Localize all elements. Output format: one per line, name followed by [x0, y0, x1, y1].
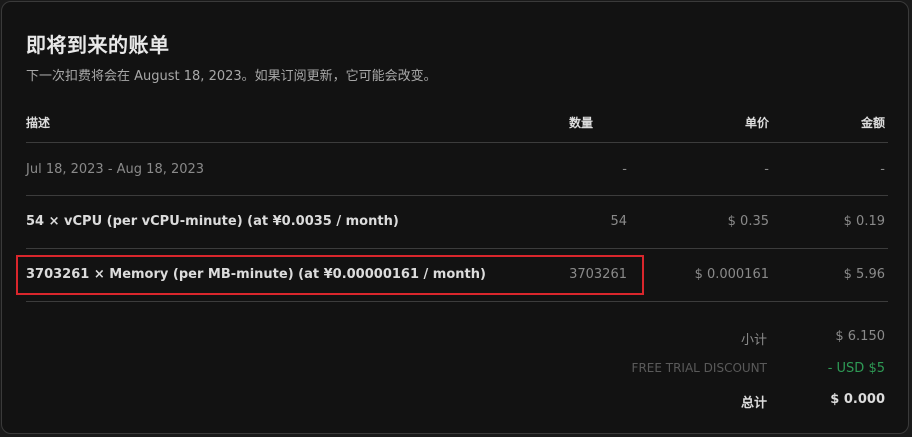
- row-amount: $ 5.96: [843, 267, 885, 282]
- row-amount: $ 0.19: [843, 214, 885, 229]
- column-header-unit-price: 单价: [744, 116, 769, 130]
- row-unit-price: $ 0.000161: [694, 267, 769, 282]
- discount-label: FREE TRIAL DISCOUNT: [631, 361, 767, 375]
- subtotal-value: $ 6.150: [835, 329, 885, 344]
- row-unit-price: $ 0.35: [727, 214, 769, 229]
- invoice-subtitle: 下一次扣费将会在 August 18, 2023。如果订阅更新，它可能会改变。: [26, 69, 437, 84]
- invoice-title: 即将到来的账单: [26, 33, 170, 57]
- subtotal-label: 小计: [740, 333, 767, 348]
- discount-value: - USD $5: [827, 361, 885, 376]
- column-header-amount: 金额: [860, 116, 885, 130]
- total-value: $ 0.000: [830, 392, 885, 407]
- row-description: 54 × vCPU (per vCPU-minute) (at ¥0.0035 …: [26, 214, 399, 229]
- row-unit-price: -: [764, 162, 769, 177]
- total-label: 总计: [740, 396, 767, 411]
- table-divider: [26, 142, 888, 143]
- row-quantity: 3703261: [569, 267, 627, 282]
- table-divider: [26, 248, 888, 249]
- row-quantity: 54: [610, 214, 627, 229]
- row-amount: -: [880, 162, 885, 177]
- upcoming-invoice-panel: 即将到来的账单 下一次扣费将会在 August 18, 2023。如果订阅更新，…: [1, 1, 909, 434]
- row-description: 3703261 × Memory (per MB-minute) (at ¥0.…: [26, 267, 486, 282]
- table-divider: [26, 301, 888, 302]
- row-quantity: -: [622, 162, 627, 177]
- table-divider: [26, 195, 888, 196]
- row-description: Jul 18, 2023 - Aug 18, 2023: [26, 162, 205, 177]
- column-header-description: 描述: [26, 116, 51, 130]
- column-header-quantity: 数量: [568, 116, 593, 130]
